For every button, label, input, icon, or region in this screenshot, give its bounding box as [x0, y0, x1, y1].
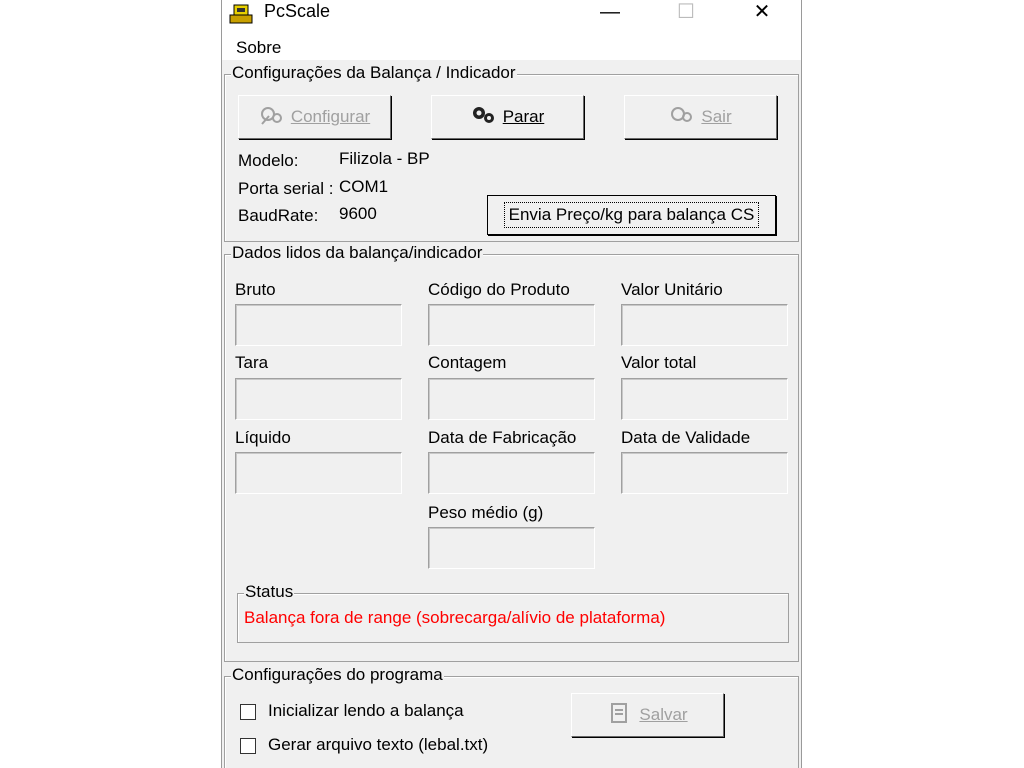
scale-app-icon[interactable]: [228, 1, 256, 25]
total-value-field: [621, 378, 788, 420]
stop-label: Parar: [502, 107, 545, 126]
count-label: Contagem: [428, 353, 507, 372]
configure-label: Configurar: [290, 107, 371, 126]
save-button[interactable]: Salvar: [571, 693, 724, 737]
scale-config-group: Configurações da Balança / Indicador Con…: [224, 63, 799, 242]
tare-field: [235, 378, 402, 420]
status-legend: Status: [244, 582, 295, 602]
window-title: PcScale: [264, 1, 331, 21]
gears-stop-icon: [471, 104, 497, 131]
baudrate-value: 9600: [339, 204, 377, 223]
product-code-field: [428, 304, 595, 346]
port-value: COM1: [339, 177, 389, 196]
start-reading-label[interactable]: Inicializar lendo a balança: [268, 701, 464, 721]
app-window: PcScale — ☐ ✕ Sobre Configurações da Bal…: [221, 0, 802, 768]
save-file-icon: [607, 702, 633, 729]
baudrate-label: BaudRate:: [238, 206, 319, 225]
send-price-button[interactable]: Envia Preço/kg para balança CS: [487, 195, 776, 235]
title-bar: PcScale — ☐ ✕: [222, 0, 801, 28]
configure-button[interactable]: Configurar: [238, 95, 391, 139]
menu-bar: Sobre: [222, 28, 801, 60]
gears-icon: [259, 104, 285, 131]
minimize-icon[interactable]: —: [587, 0, 633, 26]
expiry-date-label: Data de Validade: [621, 428, 751, 447]
gross-field: [235, 304, 402, 346]
product-code-label: Código do Produto: [428, 280, 570, 299]
maximize-icon: ☐: [677, 1, 695, 23]
status-message: Balança fora de range (sobrecarga/alívio…: [244, 608, 666, 627]
manufacture-date-label: Data de Fabricação: [428, 428, 577, 447]
save-label: Salvar: [639, 705, 688, 724]
expiry-date-field: [621, 452, 788, 494]
read-data-group: Dados lidos da balança/indicador Bruto C…: [224, 243, 799, 662]
scale-config-legend: Configurações da Balança / Indicador: [231, 63, 517, 83]
program-config-legend: Configurações do programa: [231, 665, 444, 685]
exit-label: Sair: [701, 107, 732, 126]
tare-label: Tara: [235, 353, 269, 372]
model-label: Modelo:: [238, 151, 299, 170]
count-field: [428, 378, 595, 420]
send-price-label: Envia Preço/kg para balança CS: [503, 202, 760, 228]
read-data-legend: Dados lidos da balança/indicador: [231, 243, 484, 263]
stop-button[interactable]: Parar: [431, 95, 584, 139]
port-label: Porta serial :: [238, 179, 334, 198]
menu-about[interactable]: Sobre: [236, 38, 281, 58]
average-weight-label: Peso médio (g): [428, 503, 544, 522]
generate-text-file-label[interactable]: Gerar arquivo texto (lebal.txt): [268, 735, 488, 755]
net-field: [235, 452, 402, 494]
close-icon[interactable]: ✕: [739, 0, 785, 26]
manufacture-date-field: [428, 452, 595, 494]
start-reading-checkbox[interactable]: [240, 704, 256, 720]
exit-button[interactable]: Sair: [624, 95, 777, 139]
gears-exit-icon: [669, 104, 695, 131]
unit-value-label: Valor Unitário: [621, 280, 723, 299]
net-label: Líquido: [235, 428, 291, 447]
program-config-group: Configurações do programa Inicializar le…: [224, 665, 799, 768]
status-group: Status Balança fora de range (sobrecarga…: [237, 582, 789, 643]
unit-value-field: [621, 304, 788, 346]
model-value: Filizola - BP: [339, 149, 430, 168]
generate-text-file-checkbox[interactable]: [240, 738, 256, 754]
gross-label: Bruto: [235, 280, 276, 299]
average-weight-field: [428, 527, 595, 569]
total-value-label: Valor total: [621, 353, 697, 372]
